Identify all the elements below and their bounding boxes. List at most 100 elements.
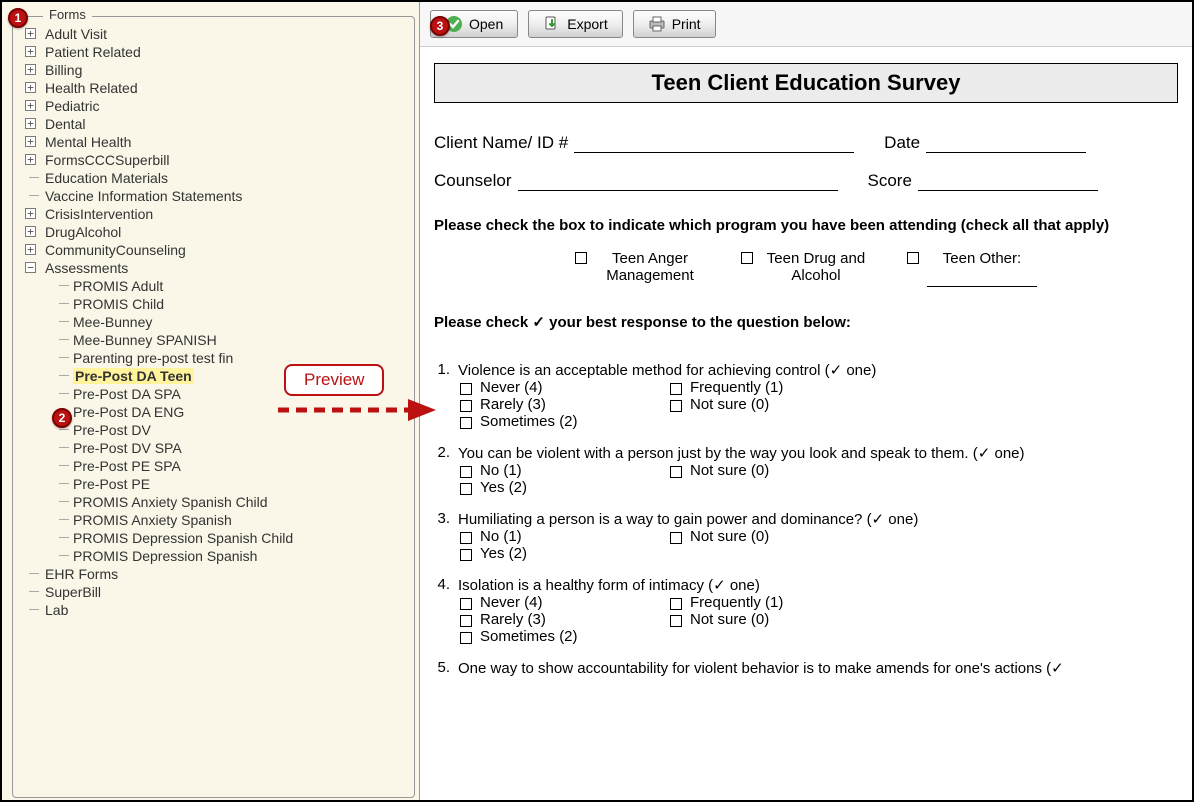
tree-item[interactable]: PROMIS Depression Spanish (19, 547, 414, 565)
print-label: Print (672, 16, 701, 32)
expand-icon[interactable]: + (25, 46, 36, 57)
tree-item[interactable]: Vaccine Information Statements (19, 187, 414, 205)
collapse-icon[interactable]: − (25, 262, 36, 273)
date-line[interactable] (926, 135, 1086, 153)
question: 1.Violence is an acceptable method for a… (434, 361, 1178, 430)
checkbox[interactable] (460, 549, 472, 561)
print-button[interactable]: Print (633, 10, 716, 38)
answer-option: Rarely (3) (460, 396, 660, 413)
field-counselor: Counselor (434, 171, 838, 191)
expand-icon[interactable]: + (25, 118, 36, 129)
answer-label: Yes (2) (480, 479, 527, 496)
counselor-line[interactable] (518, 173, 838, 191)
tree-item-label: Pre-Post DA SPA (73, 386, 181, 402)
checkbox[interactable] (460, 632, 472, 644)
tree-item[interactable]: + FormsCCCSuperbill (19, 151, 414, 169)
answer-label: No (1) (480, 528, 522, 545)
expand-icon[interactable]: + (25, 100, 36, 111)
tree-item[interactable]: Mee-Bunney (19, 313, 414, 331)
tree-item[interactable]: +Patient Related (19, 43, 414, 61)
checkbox[interactable] (460, 615, 472, 627)
answer-option: Sometimes (2) (460, 413, 660, 430)
client-name-line[interactable] (574, 135, 854, 153)
checkbox[interactable] (575, 252, 587, 264)
tree-item-label: EHR Forms (45, 566, 118, 582)
tree-item[interactable]: +Pediatric (19, 97, 414, 115)
expand-icon[interactable]: + (25, 28, 36, 39)
tree-item-label: Mee-Bunney SPANISH (73, 332, 217, 348)
tree-item-label: Pre-Post DA ENG (73, 404, 184, 420)
expand-icon[interactable]: + (25, 226, 36, 237)
checkbox[interactable] (670, 598, 682, 610)
field-client-name: Client Name/ ID # (434, 133, 854, 153)
checkbox[interactable] (741, 252, 753, 264)
checkbox[interactable] (460, 483, 472, 495)
export-button[interactable]: Export (528, 10, 622, 38)
checkbox[interactable] (460, 598, 472, 610)
tree-item[interactable]: +CrisisIntervention (19, 205, 414, 223)
tree-item-label: Billing (45, 62, 82, 78)
tree-item[interactable]: PROMIS Depression Spanish Child (19, 529, 414, 547)
expand-icon[interactable]: + (25, 154, 36, 165)
annotation-badge-2: 2 (52, 408, 72, 428)
tree-item[interactable]: SuperBill (19, 583, 414, 601)
tree-item[interactable]: +Dental (19, 115, 414, 133)
checkbox[interactable] (460, 466, 472, 478)
answer-option: Frequently (1) (670, 379, 870, 396)
tree-item-label: PROMIS Anxiety Spanish (73, 512, 232, 528)
tree-item[interactable]: PROMIS Anxiety Spanish Child (19, 493, 414, 511)
toolbar: Open Export Print (420, 2, 1192, 47)
checkbox[interactable] (670, 532, 682, 544)
checkbox[interactable] (670, 400, 682, 412)
tree-item-label: FormsCCCSuperbill (45, 152, 169, 168)
question: 5.One way to show accountability for vio… (434, 659, 1178, 677)
tree-item[interactable]: PROMIS Adult (19, 277, 414, 295)
tree-item[interactable]: +Adult Visit (19, 25, 414, 43)
checkbox[interactable] (460, 400, 472, 412)
tree-item[interactable]: Pre-Post DV SPA (19, 439, 414, 457)
checkbox[interactable] (460, 532, 472, 544)
tree-item[interactable]: + DrugAlcohol (19, 223, 414, 241)
other-line[interactable] (927, 267, 1037, 287)
checkbox[interactable] (907, 252, 919, 264)
answer-option: Not sure (0) (670, 528, 870, 545)
tree-item[interactable]: +CommunityCounseling (19, 241, 414, 259)
answer-label: Yes (2) (480, 545, 527, 562)
tree-item[interactable]: Pre-Post PE (19, 475, 414, 493)
program-instruction: Please check the box to indicate which p… (434, 217, 1178, 234)
checkbox[interactable] (460, 383, 472, 395)
field-score: Score (868, 171, 1098, 191)
tree-item[interactable]: Mee-Bunney SPANISH (19, 331, 414, 349)
tree-item[interactable]: −Assessments (19, 259, 414, 277)
checkbox[interactable] (460, 417, 472, 429)
tree-item[interactable]: Education Materials (19, 169, 414, 187)
checkbox[interactable] (670, 466, 682, 478)
answer-label: Not sure (0) (690, 462, 769, 479)
export-label: Export (567, 16, 607, 32)
tree-item[interactable]: +Health Related (19, 79, 414, 97)
checkbox[interactable] (670, 383, 682, 395)
expand-icon[interactable]: + (25, 208, 36, 219)
checkbox[interactable] (670, 615, 682, 627)
tree-item[interactable]: EHR Forms (19, 565, 414, 583)
tree-item[interactable]: PROMIS Anxiety Spanish (19, 511, 414, 529)
expand-icon[interactable]: + (25, 82, 36, 93)
tree-item[interactable]: Pre-Post PE SPA (19, 457, 414, 475)
expand-icon[interactable]: + (25, 136, 36, 147)
question: 2.You can be violent with a person just … (434, 444, 1178, 496)
tree-item[interactable]: PROMIS Child (19, 295, 414, 313)
tree-item[interactable]: Lab (19, 601, 414, 619)
answer-option: Never (4) (460, 379, 660, 396)
tree-item-label: Mental Health (45, 134, 131, 150)
tree-item-label: DrugAlcohol (45, 224, 121, 240)
tree-item[interactable]: + Mental Health (19, 133, 414, 151)
answer-label: Rarely (3) (480, 611, 546, 628)
question-number: 5. (434, 659, 450, 677)
expand-icon[interactable]: + (25, 64, 36, 75)
tree-item[interactable]: + Billing (19, 61, 414, 79)
program-option: Teen Drug and Alcohol (741, 250, 871, 287)
tree-item-label: Pre-Post DA Teen (73, 368, 194, 384)
score-line[interactable] (918, 173, 1098, 191)
question-number: 1. (434, 361, 450, 379)
expand-icon[interactable]: + (25, 244, 36, 255)
